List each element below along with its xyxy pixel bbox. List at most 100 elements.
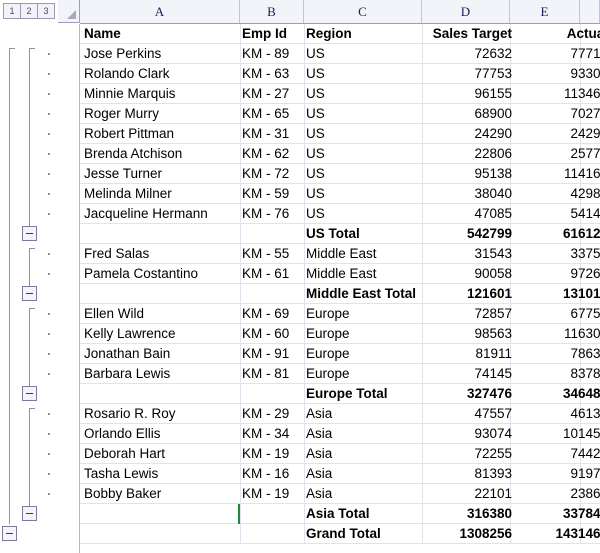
subtotal-row[interactable]: Asia Total316380337847 — [80, 504, 600, 524]
table-row[interactable]: Pamela CostantinoKM - 61Middle East90058… — [80, 264, 600, 284]
cell-name-row10[interactable]: Jacqueline Hermann — [84, 204, 238, 223]
column-header-e[interactable]: E — [510, 0, 580, 23]
cell-sales-target-row5[interactable]: 68900 — [416, 104, 512, 123]
cell-sales-target-row19[interactable]: 327476 — [416, 384, 512, 403]
cell-region-row5[interactable]: US — [306, 104, 420, 123]
cell-name-row22[interactable]: Deborah Hart — [84, 444, 238, 463]
cell-region-row14[interactable]: Middle East Total — [306, 284, 420, 303]
outline-level-buttons[interactable]: 123 — [3, 3, 54, 19]
cell-emp-id-row6[interactable]: KM - 31 — [242, 124, 302, 143]
table-row[interactable]: Roger MurryKM - 65US6890070278 — [80, 104, 600, 124]
cell-actual-row9[interactable]: 42985 — [516, 184, 600, 203]
cell-region-row23[interactable]: Asia — [306, 464, 420, 483]
table-row[interactable]: Rolando ClarkKM - 63US7775393304 — [80, 64, 600, 84]
cell-sales-target-row18[interactable]: 74145 — [416, 364, 512, 383]
cell-actual-row8[interactable]: 114166 — [516, 164, 600, 183]
cell-region-row2[interactable]: US — [306, 44, 420, 63]
cell-emp-id-row17[interactable]: KM - 91 — [242, 344, 302, 363]
cell-sales-target-row17[interactable]: 81911 — [416, 344, 512, 363]
column-header-d[interactable]: D — [422, 0, 510, 23]
cell-actual-row14[interactable]: 131014 — [516, 284, 600, 303]
table-row[interactable]: Barbara LewisKM - 81Europe7414583784 — [80, 364, 600, 384]
table-row[interactable]: Jonathan BainKM - 91Europe8191178635 — [80, 344, 600, 364]
cell-name-row16[interactable]: Kelly Lawrence — [84, 324, 238, 343]
cell-actual-row12[interactable]: 33751 — [516, 244, 600, 263]
table-row[interactable]: Deborah HartKM - 19Asia7225574423 — [80, 444, 600, 464]
cell-region-row15[interactable]: Europe — [306, 304, 420, 323]
cell-name-row17[interactable]: Jonathan Bain — [84, 344, 238, 363]
cell-name-row23[interactable]: Tasha Lewis — [84, 464, 238, 483]
cell-sales-target-row12[interactable]: 31543 — [416, 244, 512, 263]
cell-region-row24[interactable]: Asia — [306, 484, 420, 503]
cell-emp-id-row2[interactable]: KM - 89 — [242, 44, 302, 63]
cell-region-row22[interactable]: Asia — [306, 444, 420, 463]
cell-grid[interactable]: NameEmp IdRegionSales TargetActualJose P… — [80, 24, 600, 553]
table-row[interactable]: Kelly LawrenceKM - 60Europe98563116304 — [80, 324, 600, 344]
column-header-row[interactable]: ABCDE — [80, 0, 600, 24]
subtotal-row[interactable]: Middle East Total121601131014 — [80, 284, 600, 304]
cell-region-row9[interactable]: US — [306, 184, 420, 203]
cell-actual-row4[interactable]: 113463 — [516, 84, 600, 103]
cell-actual-row18[interactable]: 83784 — [516, 364, 600, 383]
outline-collapse-level2-row19[interactable] — [22, 386, 37, 401]
cell-sales-target-row9[interactable]: 38040 — [416, 184, 512, 203]
table-row[interactable]: Rosario R. RoyKM - 29Asia4755746130 — [80, 404, 600, 424]
cell-actual-row23[interactable]: 91974 — [516, 464, 600, 483]
cell-name-row18[interactable]: Barbara Lewis — [84, 364, 238, 383]
cell-sales-target-row26[interactable]: 1308256 — [416, 524, 512, 543]
cell-emp-id-row15[interactable]: KM - 69 — [242, 304, 302, 323]
cell-actual-row5[interactable]: 70278 — [516, 104, 600, 123]
cell-region-row8[interactable]: US — [306, 164, 420, 183]
cell-actual-row17[interactable]: 78635 — [516, 344, 600, 363]
outline-level-1-button[interactable]: 1 — [3, 3, 21, 19]
cell-emp-id-row16[interactable]: KM - 60 — [242, 324, 302, 343]
column-header-c[interactable]: C — [304, 0, 422, 23]
cell-name-row6[interactable]: Robert Pittman — [84, 124, 238, 143]
cell-sales-target-row16[interactable]: 98563 — [416, 324, 512, 343]
cell-sales-target-row10[interactable]: 47085 — [416, 204, 512, 223]
cell-name-row24[interactable]: Bobby Baker — [84, 484, 238, 503]
subtotal-row[interactable]: Grand Total13082561431460 — [80, 524, 600, 544]
column-header-b[interactable]: B — [240, 0, 304, 23]
cell-region-row26[interactable]: Grand Total — [306, 524, 420, 543]
cell-actual-row2[interactable]: 77716 — [516, 44, 600, 63]
cell-emp-id-row22[interactable]: KM - 19 — [242, 444, 302, 463]
cell-actual-row19[interactable]: 346480 — [516, 384, 600, 403]
cell-sales-target-row4[interactable]: 96155 — [416, 84, 512, 103]
column-header-a[interactable]: A — [80, 0, 240, 23]
table-row[interactable]: Bobby BakerKM - 19Asia2210123869 — [80, 484, 600, 504]
cell-name-row5[interactable]: Roger Murry — [84, 104, 238, 123]
cell-emp-id-row8[interactable]: KM - 72 — [242, 164, 302, 183]
cell-emp-id-row4[interactable]: KM - 27 — [242, 84, 302, 103]
cell-emp-id-row12[interactable]: KM - 55 — [242, 244, 302, 263]
cell-sales-target-row21[interactable]: 93074 — [416, 424, 512, 443]
cell-emp-id-row3[interactable]: KM - 63 — [242, 64, 302, 83]
cell-name-row12[interactable]: Fred Salas — [84, 244, 238, 263]
cell-sales-target-row23[interactable]: 81393 — [416, 464, 512, 483]
table-row[interactable]: Brenda AtchisonKM - 62US2280625771 — [80, 144, 600, 164]
cell-actual-row15[interactable]: 67757 — [516, 304, 600, 323]
outline-level-2-button[interactable]: 2 — [20, 3, 38, 19]
cell-actual-row10[interactable]: 54148 — [516, 204, 600, 223]
cell-sales-target-row14[interactable]: 121601 — [416, 284, 512, 303]
cell-emp-id-row23[interactable]: KM - 16 — [242, 464, 302, 483]
cell-emp-id-row24[interactable]: KM - 19 — [242, 484, 302, 503]
table-row[interactable]: Melinda MilnerKM - 59US3804042985 — [80, 184, 600, 204]
cell-sales-target-row20[interactable]: 47557 — [416, 404, 512, 423]
cell-emp-id-row18[interactable]: KM - 81 — [242, 364, 302, 383]
cell-sales-target-row13[interactable]: 90058 — [416, 264, 512, 283]
cell-actual-row13[interactable]: 97263 — [516, 264, 600, 283]
cell-region-row25[interactable]: Asia Total — [306, 504, 420, 523]
cell-actual-row1[interactable]: Actual — [516, 24, 600, 43]
cell-sales-target-row2[interactable]: 72632 — [416, 44, 512, 63]
cell-name-row15[interactable]: Ellen Wild — [84, 304, 238, 323]
cell-actual-row26[interactable]: 1431460 — [516, 524, 600, 543]
cell-actual-row21[interactable]: 101451 — [516, 424, 600, 443]
cell-actual-row3[interactable]: 93304 — [516, 64, 600, 83]
cell-name-row9[interactable]: Melinda Milner — [84, 184, 238, 203]
table-row[interactable]: Fred SalasKM - 55Middle East3154333751 — [80, 244, 600, 264]
cell-region-row19[interactable]: Europe Total — [306, 384, 420, 403]
select-all-corner-icon[interactable] — [58, 0, 80, 23]
table-row[interactable]: Jesse TurnerKM - 72US95138114166 — [80, 164, 600, 184]
cell-region-row11[interactable]: US Total — [306, 224, 420, 243]
